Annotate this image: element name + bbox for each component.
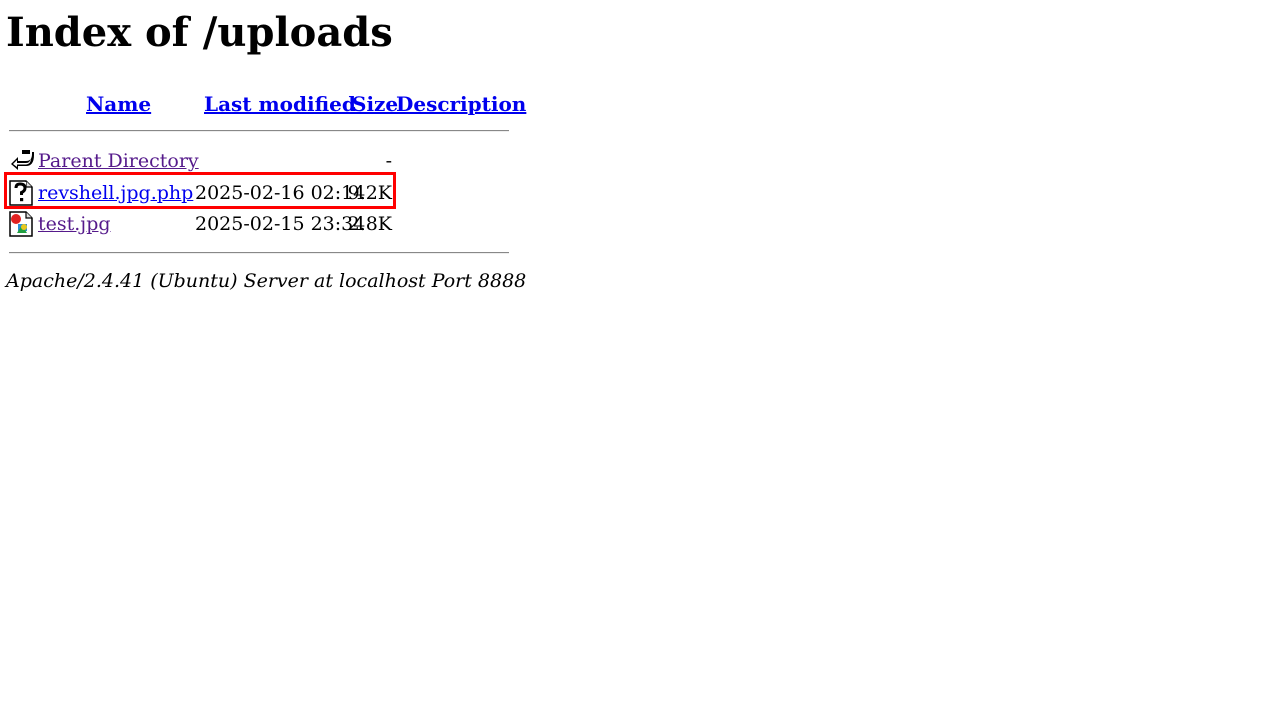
sort-by-name-link[interactable]: Name: [86, 92, 151, 116]
sort-by-description-link[interactable]: Description: [396, 92, 526, 116]
row-size: 9.2K: [347, 182, 392, 204]
back-icon: [8, 148, 34, 174]
server-signature: Apache/2.4.41 (Ubuntu) Server at localho…: [6, 270, 527, 292]
footer-divider: [9, 252, 509, 254]
row-last-modified: 2025-02-16 02:14: [195, 182, 366, 204]
header-divider: [9, 130, 509, 132]
table-row: test.jpg 2025-02-15 23:34 2.8K: [0, 211, 520, 241]
row-last-modified: 2025-02-15 23:34: [195, 213, 366, 235]
file-link-revshell[interactable]: revshell.jpg.php: [38, 180, 193, 206]
page-title: Index of /uploads: [6, 9, 393, 56]
file-link-test-jpg[interactable]: test.jpg: [38, 211, 111, 237]
image-file-icon: [8, 211, 34, 237]
sort-by-last-modified-link[interactable]: Last modified: [204, 92, 356, 116]
table-row: revshell.jpg.php 2025-02-16 02:14 9.2K: [0, 180, 520, 210]
table-row: Parent Directory -: [0, 148, 520, 178]
column-header-last-modified[interactable]: Last modified: [204, 91, 356, 117]
parent-directory-link[interactable]: Parent Directory: [38, 148, 199, 174]
column-header-name[interactable]: Name: [86, 91, 151, 117]
row-size: -: [385, 150, 392, 172]
sort-by-size-link[interactable]: Size: [352, 92, 398, 116]
column-header-size[interactable]: Size: [352, 91, 398, 117]
unknown-file-icon: [8, 180, 34, 206]
column-header-description[interactable]: Description: [396, 91, 526, 117]
row-size: 2.8K: [347, 213, 392, 235]
